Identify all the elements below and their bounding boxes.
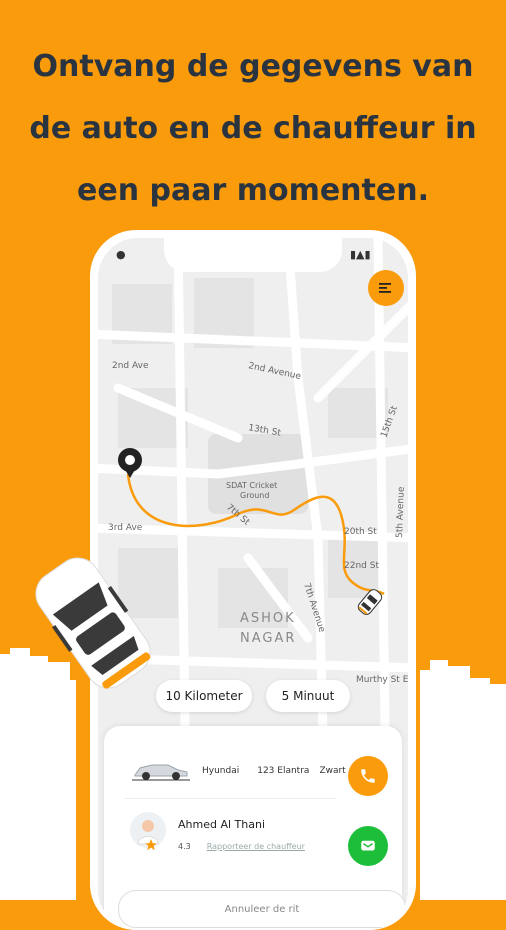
eta-value: 5 Minuut [281, 689, 335, 703]
menu-button[interactable] [368, 270, 404, 306]
distance-pill: 10 Kilometer [156, 680, 252, 712]
status-bar-icons: ▮▲▮ [350, 248, 371, 261]
car-illustration [35, 557, 151, 689]
map-label-3rd-ave: 3rd Ave [108, 523, 143, 533]
driver-details-sheet: Hyundai 123 Elantra Zwart Ahmed Al Thani [104, 726, 406, 930]
vehicle-make: Hyundai [202, 766, 240, 776]
rating-row: 4.3 Rapporteer de chauffeur [178, 842, 305, 851]
map-label-murthy-st: Murthy St E [356, 675, 408, 685]
status-bar-left: ● [116, 248, 126, 261]
headline-line-1: Ontvang de gegevens van [32, 49, 474, 84]
map-label-22nd-st: 22nd St [344, 561, 379, 571]
map-label-district-2: NAGAR [240, 631, 296, 646]
driver-name: Ahmed Al Thani [178, 818, 265, 831]
vehicle-model: 123 Elantra [257, 766, 310, 776]
map-label-2nd-ave: 2nd Ave [112, 361, 149, 371]
eta-pill: 5 Minuut [266, 680, 350, 712]
cancel-ride-button[interactable]: Annuleer de rit [118, 890, 406, 928]
phone-notch [164, 238, 342, 272]
vehicle-color: Zwart [319, 766, 346, 776]
headline-line-2: de auto en de chauffeur in [29, 111, 477, 146]
map-label-district-1: ASHOK [240, 611, 296, 626]
cancel-ride-label: Annuleer de rit [224, 903, 300, 915]
map-label-cricket-2: Ground [240, 491, 269, 500]
call-button[interactable] [348, 756, 388, 796]
driver-rating: 4.3 [178, 842, 191, 851]
car-side-icon [132, 764, 190, 781]
map-label-cricket-1: SDAT Cricket [226, 481, 277, 490]
vehicle-row: Hyundai 123 Elantra Zwart [132, 760, 346, 782]
menu-icon [379, 283, 391, 293]
phone-icon [361, 769, 375, 783]
map-label-5th-avenue: 5th Avenue [395, 486, 407, 538]
message-button[interactable] [348, 826, 388, 866]
message-icon [361, 840, 375, 851]
star-icon [145, 839, 157, 851]
distance-value: 10 Kilometer [165, 689, 243, 703]
map-label-20th-st: 20th St [344, 527, 377, 537]
sheet-divider [124, 798, 336, 799]
headline-line-3: een paar momenten. [77, 173, 429, 208]
report-driver-link[interactable]: Rapporteer de chauffeur [207, 842, 305, 851]
headline: Ontvang de gegevens van de auto en de ch… [0, 36, 506, 222]
